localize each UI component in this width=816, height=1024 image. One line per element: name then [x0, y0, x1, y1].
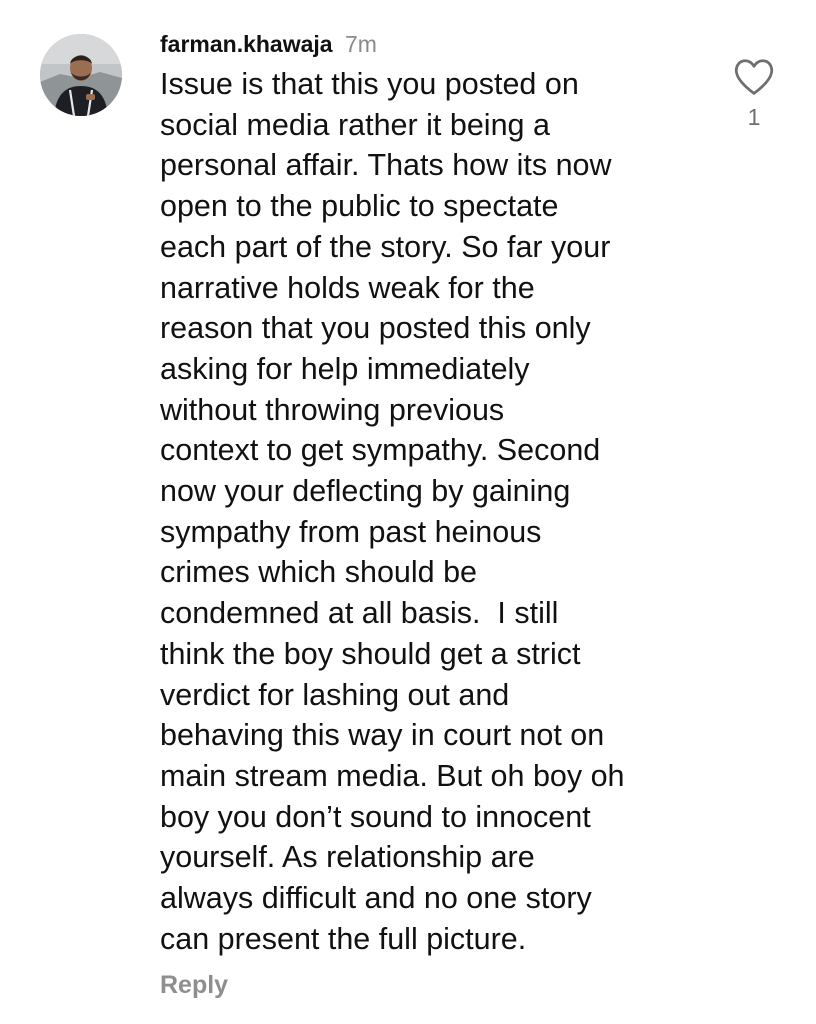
- comment-text-line: always difficult and no one story: [160, 881, 592, 916]
- comment-text-line: think the boy should get a strict: [160, 636, 581, 671]
- comment-body: farman.khawaja 7m Issue is that this you…: [160, 26, 700, 1003]
- comment-text-line: boy you don’t sound to innocent: [160, 799, 591, 834]
- comment-text-line: yourself. As relationship are: [160, 840, 535, 875]
- avatar[interactable]: [40, 34, 122, 116]
- username[interactable]: farman.khawaja: [160, 31, 333, 57]
- reply-button[interactable]: Reply: [160, 967, 228, 1003]
- heart-icon[interactable]: [733, 58, 775, 96]
- comment-text-line: social media rather it being a: [160, 107, 550, 142]
- comment: farman.khawaja 7m Issue is that this you…: [0, 0, 816, 1024]
- comment-text-line: can present the full picture.: [160, 921, 527, 956]
- comment-text-line: narrative holds weak for the: [160, 270, 535, 305]
- timestamp: 7m: [344, 31, 377, 57]
- comment-text-line: crimes which should be: [160, 555, 478, 590]
- comment-text-line: asking for help immediately: [160, 351, 530, 386]
- comment-text-line: sympathy from past heinous: [160, 514, 542, 549]
- comment-text-line: now your deflecting by gaining: [160, 474, 571, 509]
- comment-meta: farman.khawaja 7m: [160, 26, 700, 62]
- comment-text-line: context to get sympathy. Second: [160, 433, 601, 468]
- comment-text-line: condemned at all basis. I still: [160, 596, 559, 631]
- comment-text-line: main stream media. But oh boy oh: [160, 758, 625, 793]
- comment-text-line: Issue is that this you posted on: [160, 67, 579, 101]
- comment-text-line: personal affair. Thats how its now: [160, 148, 612, 183]
- comment-text-line: each part of the story. So far your: [160, 229, 611, 264]
- comment-text-line: behaving this way in court not on: [160, 718, 605, 753]
- like-area: 1: [728, 58, 780, 132]
- comment-text-line: open to the public to spectate: [160, 189, 559, 224]
- like-count: 1: [747, 104, 761, 130]
- avatar-photo: [40, 34, 122, 116]
- comment-text-line: verdict for lashing out and: [160, 677, 510, 712]
- comment-text: Issue is that this you posted on social m…: [160, 64, 700, 959]
- comment-text-line: without throwing previous: [160, 392, 505, 427]
- comment-text-line: reason that you posted this only: [160, 311, 591, 346]
